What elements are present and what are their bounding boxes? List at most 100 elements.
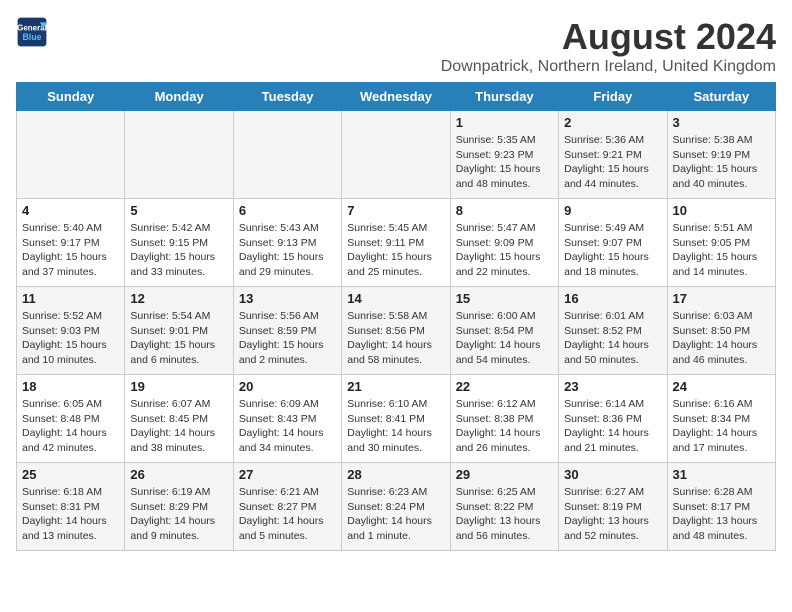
day-detail: Sunrise: 5:47 AM Sunset: 9:09 PM Dayligh… [456, 221, 553, 280]
calendar-cell: 13 Sunrise: 5:56 AM Sunset: 8:59 PM Dayli… [233, 287, 341, 375]
week-row-1: 1 Sunrise: 5:35 AM Sunset: 9:23 PM Daylig… [17, 111, 776, 199]
svg-text:Blue: Blue [22, 32, 41, 42]
header: General Blue August 2024 Downpatrick, No… [16, 16, 776, 76]
calendar-cell: 20Sunrise: 6:09 AM Sunset: 8:43 PM Dayli… [233, 375, 341, 463]
calendar-cell: 8 Sunrise: 5:47 AM Sunset: 9:09 PM Daylig… [450, 199, 558, 287]
day-number: 19 [130, 379, 227, 394]
calendar-cell: 28 Sunrise: 6:23 AM Sunset: 8:24 PM Dayli… [342, 463, 450, 551]
day-detail: Sunrise: 6:28 AM Sunset: 8:17 PM Dayligh… [673, 485, 770, 544]
day-number: 17 [673, 291, 770, 306]
day-number: 21 [347, 379, 444, 394]
calendar-cell: 7Sunrise: 5:45 AM Sunset: 9:11 PM Daylig… [342, 199, 450, 287]
day-number: 11 [22, 291, 119, 306]
day-number: 13 [239, 291, 336, 306]
day-detail: Sunrise: 5:45 AM Sunset: 9:11 PM Dayligh… [347, 221, 444, 280]
day-detail: Sunrise: 6:12 AM Sunset: 8:38 PM Dayligh… [456, 397, 553, 456]
calendar-cell: 26 Sunrise: 6:19 AM Sunset: 8:29 PM Dayli… [125, 463, 233, 551]
logo: General Blue [16, 16, 48, 48]
day-number: 10 [673, 203, 770, 218]
calendar-cell [125, 111, 233, 199]
day-number: 1 [456, 115, 553, 130]
calendar-cell: 12Sunrise: 5:54 AM Sunset: 9:01 PM Dayli… [125, 287, 233, 375]
day-detail: Sunrise: 6:10 AM Sunset: 8:41 PM Dayligh… [347, 397, 444, 456]
calendar-cell [17, 111, 125, 199]
day-number: 2 [564, 115, 661, 130]
day-number: 14 [347, 291, 444, 306]
week-row-3: 11 Sunrise: 5:52 AM Sunset: 9:03 PM Dayli… [17, 287, 776, 375]
calendar-cell: 11 Sunrise: 5:52 AM Sunset: 9:03 PM Dayli… [17, 287, 125, 375]
calendar-cell: 21 Sunrise: 6:10 AM Sunset: 8:41 PM Dayli… [342, 375, 450, 463]
day-number: 6 [239, 203, 336, 218]
column-header-tuesday: Tuesday [233, 83, 341, 111]
day-detail: Sunrise: 5:40 AM Sunset: 9:17 PM Dayligh… [22, 221, 119, 280]
calendar-cell: 22 Sunrise: 6:12 AM Sunset: 8:38 PM Dayli… [450, 375, 558, 463]
calendar-cell: 1 Sunrise: 5:35 AM Sunset: 9:23 PM Daylig… [450, 111, 558, 199]
day-detail: Sunrise: 6:07 AM Sunset: 8:45 PM Dayligh… [130, 397, 227, 456]
day-detail: Sunrise: 5:43 AM Sunset: 9:13 PM Dayligh… [239, 221, 336, 280]
day-number: 15 [456, 291, 553, 306]
calendar-cell: 24 Sunrise: 6:16 AM Sunset: 8:34 PM Dayli… [667, 375, 775, 463]
calendar-cell: 3 Sunrise: 5:38 AM Sunset: 9:19 PM Daylig… [667, 111, 775, 199]
day-detail: Sunrise: 6:25 AM Sunset: 8:22 PM Dayligh… [456, 485, 553, 544]
day-detail: Sunrise: 5:38 AM Sunset: 9:19 PM Dayligh… [673, 133, 770, 192]
day-detail: Sunrise: 5:58 AM Sunset: 8:56 PM Dayligh… [347, 309, 444, 368]
calendar-cell: 9Sunrise: 5:49 AM Sunset: 9:07 PM Daylig… [559, 199, 667, 287]
day-detail: Sunrise: 6:16 AM Sunset: 8:34 PM Dayligh… [673, 397, 770, 456]
day-detail: Sunrise: 5:52 AM Sunset: 9:03 PM Dayligh… [22, 309, 119, 368]
title-area: August 2024 Downpatrick, Northern Irelan… [441, 16, 776, 76]
day-number: 8 [456, 203, 553, 218]
day-detail: Sunrise: 6:18 AM Sunset: 8:31 PM Dayligh… [22, 485, 119, 544]
day-number: 26 [130, 467, 227, 482]
calendar-cell: 17 Sunrise: 6:03 AM Sunset: 8:50 PM Dayli… [667, 287, 775, 375]
calendar-header: SundayMondayTuesdayWednesdayThursdayFrid… [17, 83, 776, 111]
week-row-5: 25 Sunrise: 6:18 AM Sunset: 8:31 PM Dayli… [17, 463, 776, 551]
calendar-cell: 25 Sunrise: 6:18 AM Sunset: 8:31 PM Dayli… [17, 463, 125, 551]
day-detail: Sunrise: 6:14 AM Sunset: 8:36 PM Dayligh… [564, 397, 661, 456]
calendar-cell: 6 Sunrise: 5:43 AM Sunset: 9:13 PM Daylig… [233, 199, 341, 287]
column-header-sunday: Sunday [17, 83, 125, 111]
calendar-cell: 18Sunrise: 6:05 AM Sunset: 8:48 PM Dayli… [17, 375, 125, 463]
day-number: 25 [22, 467, 119, 482]
day-detail: Sunrise: 6:19 AM Sunset: 8:29 PM Dayligh… [130, 485, 227, 544]
calendar-cell [342, 111, 450, 199]
day-detail: Sunrise: 5:56 AM Sunset: 8:59 PM Dayligh… [239, 309, 336, 368]
calendar-cell: 27Sunrise: 6:21 AM Sunset: 8:27 PM Dayli… [233, 463, 341, 551]
calendar-cell [233, 111, 341, 199]
day-number: 31 [673, 467, 770, 482]
calendar-cell: 4Sunrise: 5:40 AM Sunset: 9:17 PM Daylig… [17, 199, 125, 287]
day-detail: Sunrise: 5:42 AM Sunset: 9:15 PM Dayligh… [130, 221, 227, 280]
day-number: 23 [564, 379, 661, 394]
day-number: 27 [239, 467, 336, 482]
day-number: 24 [673, 379, 770, 394]
day-number: 28 [347, 467, 444, 482]
calendar-cell: 10 Sunrise: 5:51 AM Sunset: 9:05 PM Dayli… [667, 199, 775, 287]
day-detail: Sunrise: 6:00 AM Sunset: 8:54 PM Dayligh… [456, 309, 553, 368]
calendar-cell: 14 Sunrise: 5:58 AM Sunset: 8:56 PM Dayli… [342, 287, 450, 375]
day-number: 20 [239, 379, 336, 394]
day-number: 22 [456, 379, 553, 394]
day-number: 9 [564, 203, 661, 218]
day-number: 12 [130, 291, 227, 306]
calendar-body: 1 Sunrise: 5:35 AM Sunset: 9:23 PM Daylig… [17, 111, 776, 551]
calendar-cell: 31 Sunrise: 6:28 AM Sunset: 8:17 PM Dayli… [667, 463, 775, 551]
day-number: 16 [564, 291, 661, 306]
week-row-2: 4Sunrise: 5:40 AM Sunset: 9:17 PM Daylig… [17, 199, 776, 287]
day-number: 18 [22, 379, 119, 394]
calendar-cell: 16 Sunrise: 6:01 AM Sunset: 8:52 PM Dayli… [559, 287, 667, 375]
day-detail: Sunrise: 6:01 AM Sunset: 8:52 PM Dayligh… [564, 309, 661, 368]
column-header-saturday: Saturday [667, 83, 775, 111]
calendar-cell: 23 Sunrise: 6:14 AM Sunset: 8:36 PM Dayli… [559, 375, 667, 463]
calendar-table: SundayMondayTuesdayWednesdayThursdayFrid… [16, 82, 776, 551]
day-detail: Sunrise: 6:23 AM Sunset: 8:24 PM Dayligh… [347, 485, 444, 544]
logo-icon: General Blue [16, 16, 48, 48]
header-row: SundayMondayTuesdayWednesdayThursdayFrid… [17, 83, 776, 111]
day-number: 5 [130, 203, 227, 218]
calendar-cell: 15 Sunrise: 6:00 AM Sunset: 8:54 PM Dayli… [450, 287, 558, 375]
day-detail: Sunrise: 5:35 AM Sunset: 9:23 PM Dayligh… [456, 133, 553, 192]
day-detail: Sunrise: 6:03 AM Sunset: 8:50 PM Dayligh… [673, 309, 770, 368]
column-header-thursday: Thursday [450, 83, 558, 111]
day-number: 29 [456, 467, 553, 482]
calendar-cell: 30Sunrise: 6:27 AM Sunset: 8:19 PM Dayli… [559, 463, 667, 551]
day-detail: Sunrise: 5:51 AM Sunset: 9:05 PM Dayligh… [673, 221, 770, 280]
day-number: 3 [673, 115, 770, 130]
